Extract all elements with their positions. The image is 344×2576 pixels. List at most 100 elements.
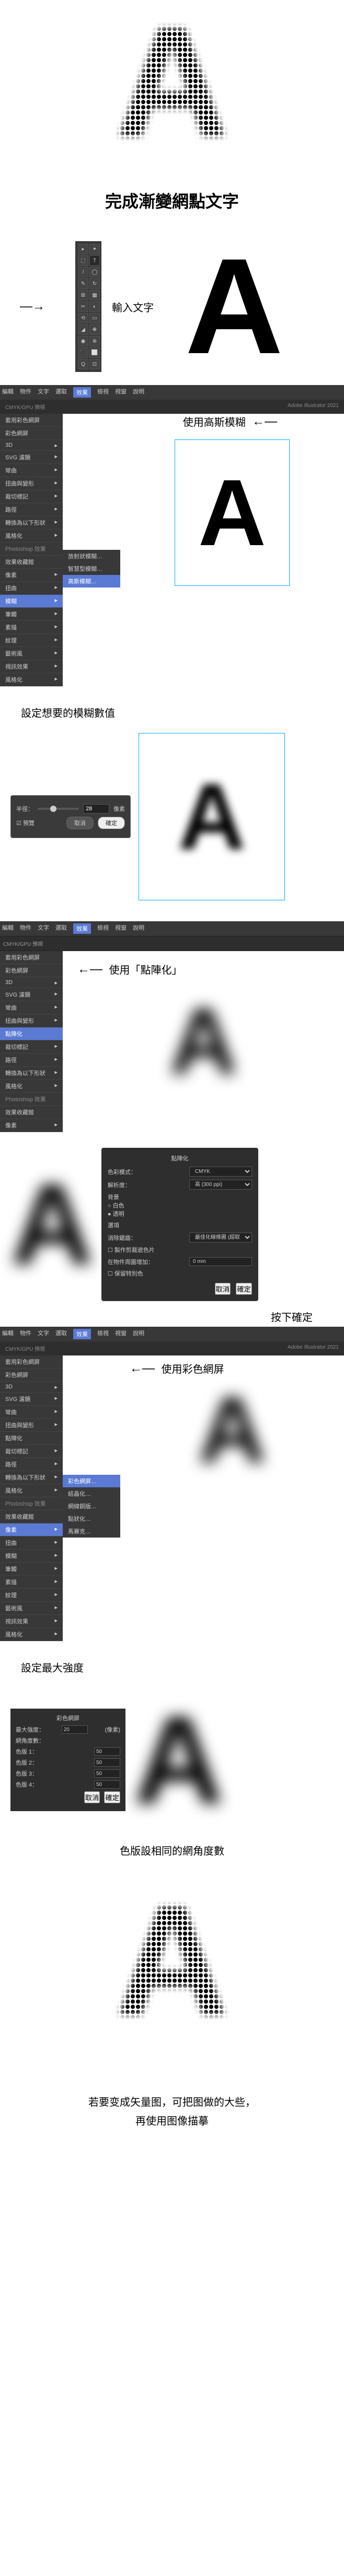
mi-radial-blur[interactable]: 放射狀模糊… — [63, 550, 120, 562]
tool-direct[interactable]: ✦ — [89, 244, 100, 254]
mi-last-2[interactable]: 彩色網屏 — [0, 964, 63, 977]
mi-pointillize[interactable]: 點狀化… — [63, 1512, 120, 1525]
mi-3d[interactable]: 3D — [0, 440, 63, 451]
mi-gallery[interactable]: 效果收藏館 — [0, 556, 63, 569]
tool-pencil[interactable]: ✎ — [78, 278, 88, 289]
mi-crop-3[interactable]: 裁切標記 — [0, 1445, 63, 1458]
radius-input[interactable] — [83, 804, 109, 814]
menu-object-3[interactable]: 物件 — [20, 1329, 31, 1339]
mi-distort2[interactable]: 扭曲 — [0, 582, 63, 595]
mi-blur[interactable]: 模糊 — [0, 595, 63, 608]
menu-view[interactable]: 檢視 — [97, 387, 109, 398]
mi-stylize2-3[interactable]: 風格化 — [0, 1628, 63, 1641]
mi-warp[interactable]: 彎曲 — [0, 464, 63, 477]
add-input[interactable] — [189, 1257, 252, 1266]
menu-help[interactable]: 說明 — [133, 387, 144, 398]
mi-distort[interactable]: 扭曲與變形 — [0, 477, 63, 490]
mi-stylize[interactable]: 風格化 — [0, 529, 63, 543]
tool-mesh[interactable]: ▦ — [89, 290, 100, 300]
menu-edit-2[interactable]: 編輯 — [2, 923, 14, 934]
tool-shape[interactable]: ◢ — [78, 324, 88, 335]
mi-stylize-3[interactable]: 風格化 — [0, 1484, 63, 1497]
raster-cancel[interactable]: 取消 — [215, 1283, 231, 1295]
mi-sketch-3[interactable]: 素描 — [0, 1576, 63, 1589]
pixel-submenu[interactable]: 彩色網屏… 結晶化… 網線銅版… 點狀化… 馬賽克… — [63, 1475, 120, 1538]
tool-stroke[interactable]: ⬜ — [89, 347, 100, 358]
tool-scissors[interactable]: ✂ — [78, 301, 88, 312]
bg-white[interactable]: ○ 白色 — [108, 1201, 252, 1210]
mi-brush[interactable]: 筆觸 — [0, 608, 63, 621]
ht-cancel[interactable]: 取消 — [84, 1791, 100, 1803]
mi-rasterize[interactable]: 點陣化 — [0, 1027, 63, 1041]
tool-zoom[interactable]: Q — [78, 359, 88, 369]
ch2-input[interactable] — [94, 1758, 120, 1767]
tool-gradient[interactable]: ◐ — [89, 301, 100, 312]
mi-blur-3[interactable]: 模糊 — [0, 1550, 63, 1563]
tool-rect[interactable]: ▭ — [89, 313, 100, 323]
mi-convert[interactable]: 轉換為以下形狀 — [0, 516, 63, 529]
menu-object-2[interactable]: 物件 — [20, 923, 31, 934]
tool-grid[interactable]: ⊞ — [78, 290, 88, 300]
bg-trans[interactable]: ● 透明 — [108, 1210, 252, 1218]
mi-convert-3[interactable]: 轉換為以下形狀 — [0, 1471, 63, 1484]
tool-symbol[interactable]: ⊕ — [89, 336, 100, 346]
tool-line[interactable]: / — [78, 267, 88, 277]
menu-help-3[interactable]: 說明 — [133, 1329, 144, 1339]
menu-effect-3[interactable]: 效果 — [73, 1329, 91, 1339]
effect-menu[interactable]: 套用彩色網屏 彩色網屏 3D SVG 濾鏡 彎曲 扭曲與變形 裁切標記 路徑 轉… — [0, 414, 63, 686]
mi-warp-2[interactable]: 彎曲 — [0, 1001, 63, 1014]
mi-distort2-3[interactable]: 扭曲 — [0, 1536, 63, 1550]
mi-gauss-blur[interactable]: 高斯模糊… — [63, 575, 120, 587]
mi-crystallize[interactable]: 結晶化… — [63, 1487, 120, 1500]
menu-select[interactable]: 選取 — [55, 387, 67, 398]
menu-select-3[interactable]: 選取 — [55, 1329, 67, 1339]
mi-apply-2[interactable]: 套用彩色網屏 — [0, 951, 63, 964]
mi-3d-2[interactable]: 3D — [0, 977, 63, 988]
tool-selection[interactable]: ▸ — [78, 244, 88, 254]
ch3-input[interactable] — [94, 1769, 120, 1778]
ai-toolbar[interactable]: ▸ ✦ ⬚ T / ◯ ✎ ↻ ⊞ ▦ ✂ ◐ ⟲ ▭ ◢ ✥ ◉ ⊕ ⬛ ⬜ … — [75, 241, 101, 372]
mi-apply[interactable]: 套用彩色網屏 — [0, 414, 63, 427]
menu-type-2[interactable]: 文字 — [38, 923, 49, 934]
aa-select[interactable]: 最佳化線條圖 (超取樣) — [189, 1233, 252, 1242]
mi-pixel-2[interactable]: 像素 — [0, 1119, 63, 1132]
mi-distort-3[interactable]: 扭曲與變形 — [0, 1419, 63, 1432]
mi-apply-3[interactable]: 套用彩色網屏 — [0, 1355, 63, 1369]
mi-path-3[interactable]: 路徑 — [0, 1458, 63, 1471]
mi-warp-3[interactable]: 彎曲 — [0, 1406, 63, 1419]
mi-path[interactable]: 路徑 — [0, 503, 63, 516]
mi-crop-2[interactable]: 裁切標記 — [0, 1041, 63, 1054]
mask-check[interactable]: ☐ 製作剪裁遮色片 — [108, 1246, 252, 1254]
mi-distort-2[interactable]: 扭曲與變形 — [0, 1014, 63, 1027]
tool-type[interactable]: T — [89, 255, 100, 266]
menu-view-3[interactable]: 檢視 — [97, 1329, 109, 1339]
mi-path-2[interactable]: 路徑 — [0, 1054, 63, 1067]
mi-video-3[interactable]: 視訊效果 — [0, 1615, 63, 1628]
mi-gallery-3[interactable]: 效果收藏館 — [0, 1510, 63, 1523]
mi-mezzotint[interactable]: 網線銅版… — [63, 1500, 120, 1512]
color-model-select[interactable]: CMYK — [189, 1167, 252, 1177]
menu-type[interactable]: 文字 — [38, 387, 49, 398]
mi-svg-3[interactable]: SVG 濾鏡 — [0, 1393, 63, 1406]
menu-object[interactable]: 物件 — [20, 387, 31, 398]
tool-blend[interactable]: ◉ — [78, 336, 88, 346]
menu-window[interactable]: 視窗 — [115, 387, 127, 398]
mi-stylize2[interactable]: 風格化 — [0, 673, 63, 686]
mi-gallery-2[interactable]: 效果收藏館 — [0, 1106, 63, 1119]
ch4-input[interactable] — [94, 1780, 120, 1789]
menubar[interactable]: 編輯 物件 文字 選取 效果 檢視 視窗 說明 — [0, 385, 344, 400]
tool-rotate[interactable]: ↻ — [89, 278, 100, 289]
menu-type-3[interactable]: 文字 — [38, 1329, 49, 1339]
menubar-2[interactable]: 編輯 物件 文字 選取 效果 檢視 視窗 說明 — [0, 921, 344, 936]
mi-svg[interactable]: SVG 濾鏡 — [0, 451, 63, 464]
menu-view-2[interactable]: 檢視 — [97, 923, 109, 934]
max-input[interactable] — [62, 1725, 88, 1734]
ht-ok[interactable]: 確定 — [104, 1791, 120, 1803]
keep-check[interactable]: ☐ 保留特別色 — [108, 1269, 252, 1278]
mi-svg-2[interactable]: SVG 濾鏡 — [0, 988, 63, 1001]
mi-crop[interactable]: 裁切標記 — [0, 490, 63, 503]
menu-edit[interactable]: 編輯 — [2, 387, 14, 398]
mi-color-halftone[interactable]: 彩色網屏… — [63, 1475, 120, 1487]
mi-3d-3[interactable]: 3D — [0, 1382, 63, 1393]
effect-menu-2[interactable]: 套用彩色網屏 彩色網屏 3D SVG 濾鏡 彎曲 扭曲與變形 點陣化 裁切標記 … — [0, 951, 63, 1132]
